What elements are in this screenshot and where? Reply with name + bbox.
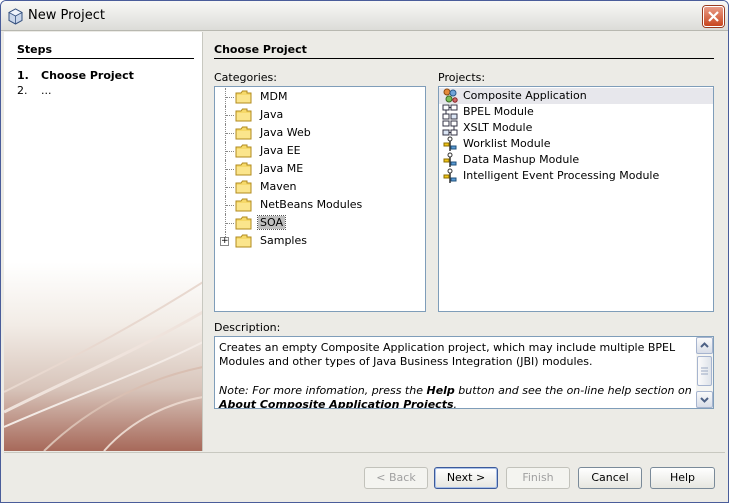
- help-button[interactable]: Help: [650, 467, 715, 489]
- close-button[interactable]: [703, 6, 724, 27]
- finish-button[interactable]: Finish: [506, 467, 570, 489]
- help-reference: Help: [426, 384, 455, 397]
- project-item-iep-module[interactable]: Intelligent Event Processing Module: [439, 168, 713, 184]
- steps-heading: Steps: [17, 43, 53, 56]
- bpel-module-icon: [442, 104, 458, 120]
- netbeans-cube-icon: [8, 8, 23, 25]
- description-note: Note: For more infomation, press the Hel…: [219, 384, 692, 409]
- title-divider: [214, 58, 714, 59]
- chevron-down-icon: [700, 397, 709, 403]
- step-item-1: 1. Choose Project: [17, 69, 134, 82]
- folder-icon: [235, 144, 252, 158]
- project-item-label: Data Mashup Module: [463, 153, 580, 166]
- data-mashup-module-icon: [443, 152, 457, 167]
- window-title: New Project: [28, 8, 105, 23]
- categories-tree[interactable]: MDM Java Java Web Java EE Java ME Maven: [214, 86, 426, 312]
- title-bar[interactable]: New Project: [1, 1, 728, 31]
- step-number: 2.: [17, 84, 28, 97]
- chevron-up-icon: [700, 342, 709, 348]
- expand-plus-icon[interactable]: +: [220, 237, 229, 246]
- tree-item-netbeans-modules[interactable]: NetBeans Modules: [215, 196, 425, 214]
- project-item-label: Worklist Module: [463, 137, 551, 150]
- tree-item-label: Samples: [260, 234, 307, 247]
- tree-item-samples[interactable]: + Samples: [215, 232, 425, 250]
- tree-item-label: Java Web: [260, 126, 311, 139]
- project-item-worklist-module[interactable]: Worklist Module: [439, 136, 713, 152]
- folder-icon: [235, 90, 252, 104]
- grip-icon: [701, 367, 708, 375]
- description-label: Description:: [214, 321, 281, 334]
- step-number: 1.: [17, 69, 29, 82]
- step-label: ...: [41, 84, 52, 97]
- folder-icon: [235, 126, 252, 140]
- folder-icon: [235, 108, 252, 122]
- close-icon: [708, 11, 719, 22]
- project-item-bpel-module[interactable]: BPEL Module: [439, 104, 713, 120]
- projects-list[interactable]: Composite Application BPEL Module XSLT M…: [438, 86, 714, 312]
- tree-item-soa[interactable]: SOA: [215, 214, 425, 232]
- description-text: Creates an empty Composite Application p…: [219, 341, 676, 368]
- tree-item-java-me[interactable]: Java ME: [215, 160, 425, 178]
- description-box[interactable]: Creates an empty Composite Application p…: [214, 336, 714, 409]
- new-project-dialog: New Project Steps 1. Choose Project 2....…: [0, 0, 729, 503]
- folder-icon: [235, 216, 252, 230]
- tree-item-label: Java: [260, 108, 284, 121]
- tree-item-label: NetBeans Modules: [260, 198, 363, 211]
- project-item-label: Composite Application: [463, 89, 587, 102]
- project-item-label: Intelligent Event Processing Module: [463, 169, 660, 182]
- project-item-label: BPEL Module: [463, 105, 534, 118]
- tree-item-java-ee[interactable]: Java EE: [215, 142, 425, 160]
- categories-label: Categories:: [214, 71, 277, 84]
- projects-label: Projects:: [438, 71, 486, 84]
- folder-icon: [235, 234, 252, 248]
- project-item-xslt-module[interactable]: XSLT Module: [439, 120, 713, 136]
- project-item-label: XSLT Module: [463, 121, 533, 134]
- tree-item-maven[interactable]: Maven: [215, 178, 425, 196]
- tree-item-mdm[interactable]: MDM: [215, 88, 425, 106]
- description-scrollbar[interactable]: [696, 337, 713, 408]
- tree-item-label: MDM: [260, 90, 288, 103]
- back-button[interactable]: < Back: [364, 467, 428, 489]
- folder-icon: [235, 180, 252, 194]
- tree-item-label: Java ME: [260, 162, 304, 175]
- worklist-module-icon: [443, 136, 457, 151]
- project-item-composite-application[interactable]: Composite Application: [439, 88, 713, 104]
- scroll-up-button[interactable]: [696, 337, 713, 354]
- steps-divider: [17, 58, 194, 59]
- composite-app-icon: [443, 88, 458, 103]
- tree-item-label-selected: SOA: [257, 215, 286, 230]
- button-bar-divider: [4, 452, 725, 453]
- cancel-button[interactable]: Cancel: [578, 467, 642, 489]
- step-item-2: 2....: [17, 84, 52, 97]
- steps-panel: Steps 1. Choose Project 2....: [4, 32, 203, 451]
- iep-module-icon: [443, 168, 457, 183]
- scroll-thumb[interactable]: [697, 356, 712, 386]
- folder-icon: [235, 162, 252, 176]
- next-button[interactable]: Next >: [434, 467, 498, 489]
- scroll-down-button[interactable]: [696, 391, 713, 408]
- project-item-data-mashup-module[interactable]: Data Mashup Module: [439, 152, 713, 168]
- page-title: Choose Project: [214, 43, 307, 56]
- help-topic-reference: About Composite Application Projects: [219, 398, 454, 409]
- step-label: Choose Project: [41, 69, 134, 82]
- tree-item-java-web[interactable]: Java Web: [215, 124, 425, 142]
- tree-item-label: Java EE: [260, 144, 301, 157]
- tree-item-label: Maven: [260, 180, 297, 193]
- tree-item-java[interactable]: Java: [215, 106, 425, 124]
- xslt-module-icon: [442, 120, 458, 136]
- folder-icon: [235, 198, 252, 212]
